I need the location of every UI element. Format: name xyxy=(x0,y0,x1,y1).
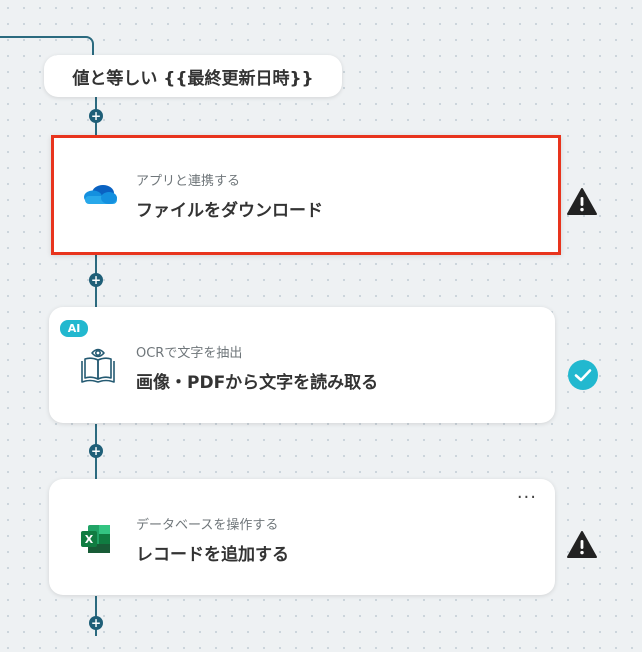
ai-badge: AI xyxy=(60,320,88,337)
step-card-add-record[interactable]: ··· X データベースを操作する レコードを追加する xyxy=(49,479,555,595)
step-subtitle: OCRで文字を抽出 xyxy=(136,346,243,361)
step-title: ファイルをダウンロード xyxy=(136,201,323,221)
add-step-button[interactable]: + xyxy=(89,616,103,630)
step-title: レコードを追加する xyxy=(136,545,289,565)
excel-icon: X xyxy=(77,517,119,559)
step-title: 画像・PDFから文字を読み取る xyxy=(136,373,379,393)
ocr-book-icon xyxy=(77,345,119,387)
step-card-ocr[interactable]: AI OCRで文字を抽出 画像・PDFから文字を読み取る xyxy=(49,307,555,423)
add-step-button[interactable]: + xyxy=(89,444,103,458)
step-subtitle: データベースを操作する xyxy=(136,518,279,533)
condition-label: 値と等しい {{最終更新日時}} xyxy=(72,68,314,89)
step-subtitle: アプリと連携する xyxy=(136,174,241,189)
add-step-button[interactable]: + xyxy=(89,109,103,123)
step-card-download-file[interactable]: アプリと連携する ファイルをダウンロード xyxy=(51,135,561,255)
svg-text:X: X xyxy=(85,533,94,546)
add-step-button[interactable]: + xyxy=(89,273,103,287)
more-options-icon[interactable]: ··· xyxy=(517,489,537,507)
warning-icon xyxy=(566,529,598,561)
warning-icon xyxy=(566,186,598,218)
condition-node[interactable]: 値と等しい {{最終更新日時}} xyxy=(44,55,342,97)
success-check-icon xyxy=(567,359,599,391)
onedrive-icon xyxy=(79,173,121,215)
